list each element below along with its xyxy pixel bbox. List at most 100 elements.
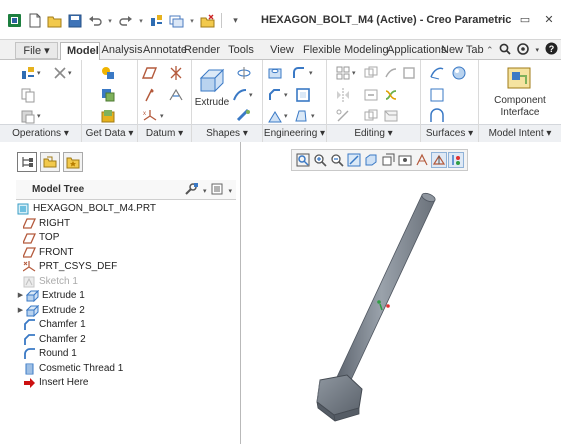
tree-node-cosmetic-thread[interactable]: Cosmetic Thread 1: [16, 362, 236, 377]
extrude-icon[interactable]: [198, 66, 226, 94]
customize-icon[interactable]: ▾: [227, 12, 244, 29]
group-label-operations[interactable]: Operations ▾: [0, 124, 81, 142]
graphics-window[interactable]: [242, 142, 561, 444]
revolve-icon[interactable]: [236, 65, 252, 81]
pattern-icon[interactable]: [335, 65, 351, 81]
shell-icon[interactable]: [295, 87, 311, 103]
component-interface-icon[interactable]: [506, 66, 532, 90]
save-icon[interactable]: [66, 12, 83, 29]
tab-analysis[interactable]: Analysis: [101, 42, 143, 59]
tree-node-extrude-2[interactable]: ▶ Extrude 2: [16, 304, 236, 319]
close-window-icon[interactable]: [199, 12, 216, 29]
swept-blend-icon[interactable]: [236, 108, 252, 124]
folder-browser-tab[interactable]: [40, 152, 60, 172]
sketch-icon[interactable]: [168, 87, 184, 103]
chamfer-dropdown-icon[interactable]: ▾: [284, 91, 288, 99]
tree-node-round-1[interactable]: Round 1: [16, 347, 236, 362]
component-interface-label[interactable]: Component Interface: [481, 95, 559, 119]
new-icon[interactable]: [26, 12, 43, 29]
solidify-icon[interactable]: [383, 108, 399, 124]
mirror-icon[interactable]: [335, 87, 351, 103]
chamfer-icon[interactable]: [267, 87, 283, 103]
group-label-get-data[interactable]: Get Data ▾: [82, 124, 137, 142]
redo-dropdown-icon[interactable]: ▾: [137, 12, 145, 29]
app-icon[interactable]: [6, 12, 23, 29]
model-tree-tab[interactable]: [17, 152, 37, 172]
freestyle-icon[interactable]: [429, 108, 445, 124]
search-icon[interactable]: [499, 43, 512, 58]
tree-node-sketch[interactable]: Sketch 1: [16, 275, 236, 290]
user-defined-feature-icon[interactable]: [100, 65, 116, 81]
draft-icon[interactable]: [293, 108, 309, 124]
tab-applications[interactable]: Applications: [387, 42, 446, 59]
bolt-model[interactable]: [242, 142, 561, 444]
show-dropdown-icon[interactable]: ▾: [228, 187, 232, 195]
round-icon[interactable]: [291, 65, 307, 81]
show-icon[interactable]: [210, 182, 224, 199]
extrude-label[interactable]: Extrude: [194, 97, 230, 109]
group-label-surfaces[interactable]: Surfaces ▾: [421, 124, 478, 142]
tree-node-chamfer-1[interactable]: Chamfer 1: [16, 318, 236, 333]
extend-icon[interactable]: [363, 87, 379, 103]
undo-dropdown-icon[interactable]: ▾: [106, 12, 114, 29]
regenerate-icon[interactable]: [148, 12, 165, 29]
tree-node-extrude-1[interactable]: ▶ Extrude 1: [16, 289, 236, 304]
copy-feature-icon[interactable]: [363, 65, 379, 81]
sweep-icon[interactable]: [232, 87, 248, 103]
settings-icon[interactable]: [517, 42, 530, 58]
favorites-tab[interactable]: [63, 152, 83, 172]
coordinate-system-icon[interactable]: x: [142, 108, 158, 124]
tree-node-insert-here[interactable]: Insert Here: [16, 376, 236, 391]
tree-settings-icon[interactable]: [183, 182, 199, 199]
group-label-datum[interactable]: Datum ▾: [138, 124, 191, 142]
settings-dropdown-icon[interactable]: ▾: [535, 46, 539, 54]
minimize-button[interactable]: –: [495, 12, 507, 26]
intersect-icon[interactable]: [363, 108, 379, 124]
datum-point-icon[interactable]: [142, 87, 158, 103]
offset-icon[interactable]: [383, 65, 399, 81]
collapse-ribbon-icon[interactable]: ⌃: [486, 45, 494, 56]
merge-icon[interactable]: [383, 87, 399, 103]
tab-render[interactable]: Render: [184, 42, 220, 59]
help-icon[interactable]: ?: [545, 42, 558, 58]
tab-file[interactable]: File ▾: [15, 42, 58, 59]
pattern-dropdown-icon[interactable]: ▾: [352, 69, 356, 77]
tree-node-right[interactable]: RIGHT: [16, 217, 236, 232]
delete-dropdown-icon[interactable]: ▾: [68, 69, 72, 77]
tab-new-tab[interactable]: New Tab: [441, 42, 484, 59]
group-label-model-intent[interactable]: Model Intent ▾: [479, 124, 561, 142]
regenerate-icon[interactable]: [20, 65, 36, 81]
rib-dropdown-icon[interactable]: ▾: [284, 112, 288, 120]
expand-arrow-icon[interactable]: ▶: [16, 304, 25, 319]
csys-dropdown-icon[interactable]: ▾: [160, 112, 164, 120]
expand-arrow-icon[interactable]: ▶: [16, 289, 25, 304]
paste-icon[interactable]: [20, 108, 36, 124]
redo-icon[interactable]: [117, 12, 134, 29]
thicken-icon[interactable]: [401, 65, 417, 81]
fill-icon[interactable]: [429, 87, 445, 103]
group-label-editing[interactable]: Editing ▾: [327, 124, 420, 142]
tree-node-top[interactable]: TOP: [16, 231, 236, 246]
tab-view[interactable]: View: [269, 42, 295, 59]
windows-dropdown-icon[interactable]: ▾: [188, 12, 196, 29]
windows-icon[interactable]: [168, 12, 185, 29]
shrinkwrap-icon[interactable]: [100, 108, 116, 124]
tab-flexible-modeling[interactable]: Flexible Modeling: [303, 42, 389, 59]
paste-dropdown-icon[interactable]: ▾: [37, 112, 41, 120]
tab-tools[interactable]: Tools: [226, 42, 256, 59]
style-icon[interactable]: [451, 65, 467, 81]
hole-icon[interactable]: [267, 65, 283, 81]
round-dropdown-icon[interactable]: ▾: [309, 69, 313, 77]
trim-icon[interactable]: [335, 108, 351, 124]
copy-geometry-icon[interactable]: [100, 87, 116, 103]
datum-plane-icon[interactable]: [142, 65, 158, 81]
tree-node-front[interactable]: FRONT: [16, 246, 236, 261]
maximize-button[interactable]: ▭: [519, 12, 531, 26]
sweep-dropdown-icon[interactable]: ▾: [249, 91, 253, 99]
tree-node-chamfer-2[interactable]: Chamfer 2: [16, 333, 236, 348]
regenerate-dropdown-icon[interactable]: ▾: [37, 69, 41, 77]
tab-model[interactable]: Model: [60, 42, 100, 61]
boundary-blend-icon[interactable]: [429, 65, 445, 81]
tree-node-csys[interactable]: PRT_CSYS_DEF: [16, 260, 236, 275]
draft-dropdown-icon[interactable]: ▾: [311, 112, 315, 120]
